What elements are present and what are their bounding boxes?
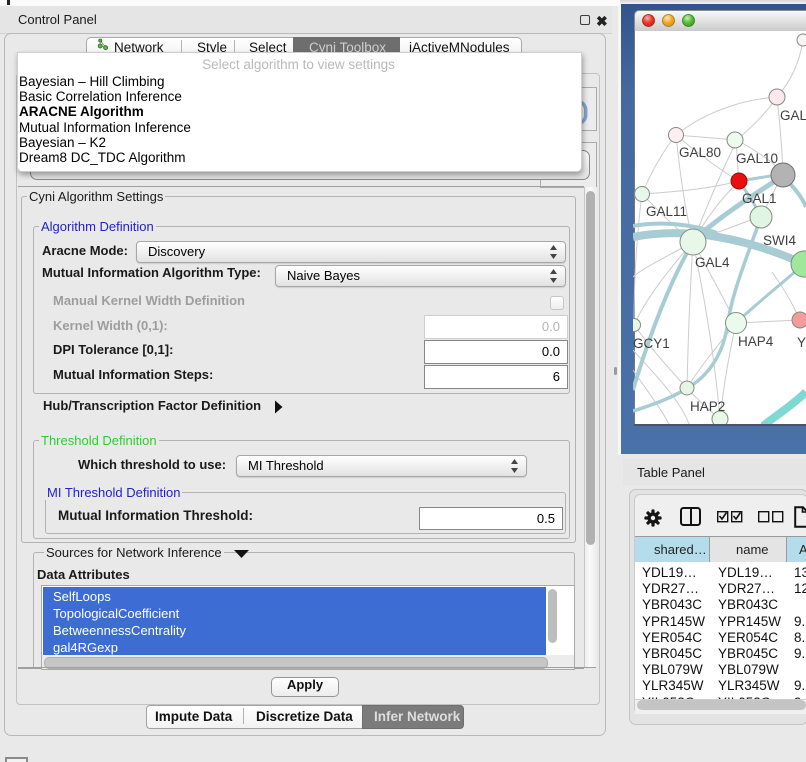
svg-text:GAL1: GAL1 bbox=[742, 191, 777, 206]
svg-text:GAL11: GAL11 bbox=[646, 204, 687, 219]
svg-text:GCY1: GCY1 bbox=[633, 336, 670, 351]
svg-text:HAP4: HAP4 bbox=[738, 334, 774, 349]
svg-text:SWI4: SWI4 bbox=[763, 233, 796, 248]
svg-text:GAL10: GAL10 bbox=[736, 151, 778, 166]
svg-text:GAL7: GAL7 bbox=[780, 108, 806, 123]
svg-text:HAP2: HAP2 bbox=[690, 399, 725, 414]
svg-text:GAL4: GAL4 bbox=[695, 255, 730, 270]
svg-text:Y: Y bbox=[797, 335, 806, 350]
svg-text:GAL80: GAL80 bbox=[679, 145, 721, 160]
